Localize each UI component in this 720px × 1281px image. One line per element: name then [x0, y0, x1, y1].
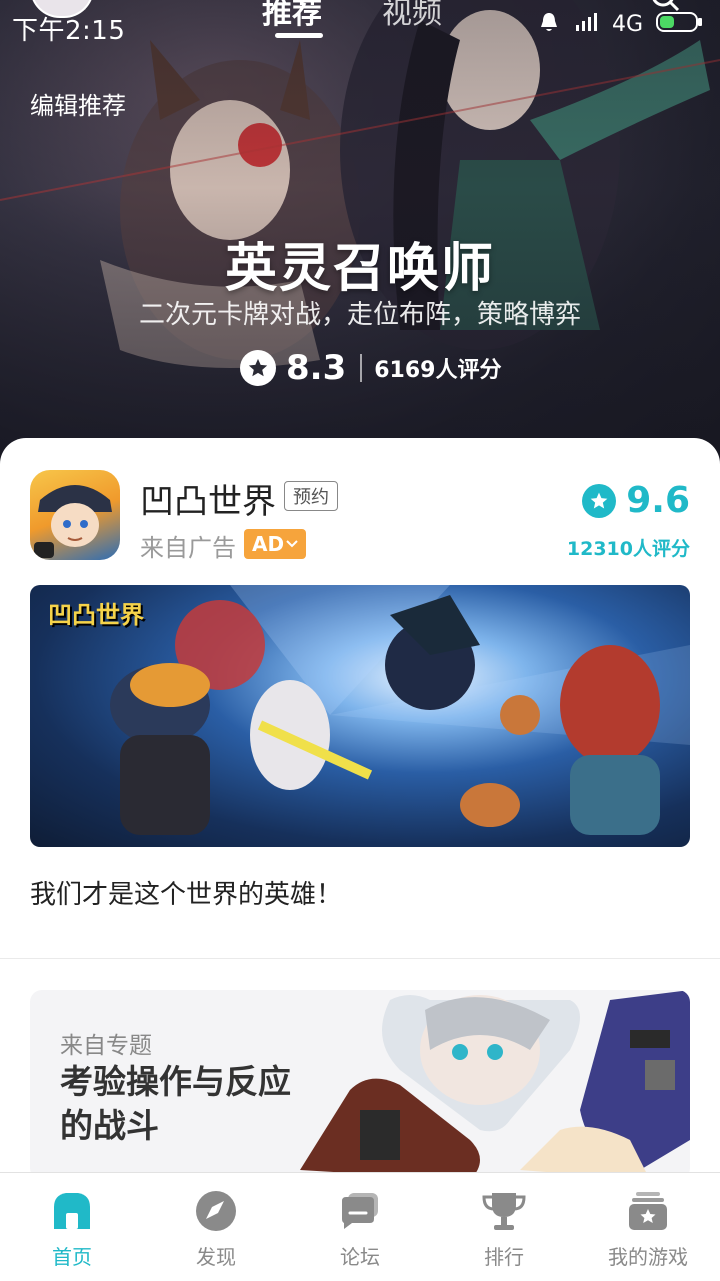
- nav-ranking[interactable]: 排行: [432, 1173, 576, 1281]
- status-time: 下午2:15: [12, 16, 126, 46]
- hero-rating-count: 6169人评分: [374, 358, 502, 383]
- topic-source: 来自专题: [60, 1033, 152, 1059]
- nav-discover-label: 发现: [196, 1245, 236, 1269]
- my-games-icon: [629, 1192, 667, 1230]
- app-source: 来自广告: [140, 534, 236, 562]
- app-icon[interactable]: [30, 470, 120, 560]
- nav-ranking-label: 排行: [484, 1245, 524, 1269]
- status-icons: [538, 10, 704, 34]
- battery-icon: [656, 12, 702, 32]
- signal-icon: [576, 13, 597, 31]
- nav-forum-label: 论坛: [340, 1245, 380, 1269]
- app-description: 我们才是这个世界的英雄！: [30, 880, 343, 910]
- app-rating: 9.6: [582, 480, 690, 521]
- tab-video[interactable]: 视频: [382, 0, 442, 32]
- nav-discover[interactable]: 发现: [144, 1173, 288, 1281]
- banner-logo: 凹凸世界: [48, 601, 144, 629]
- app-rating-count: 12310人评分: [566, 538, 690, 560]
- hero-score: 8.3: [286, 348, 347, 388]
- tab-recommend[interactable]: 推荐: [262, 0, 322, 32]
- nav-my-games-label: 我的游戏: [608, 1245, 688, 1269]
- hero-game-subtitle: 二次元卡牌对战，走位布阵，策略博弈: [138, 300, 581, 330]
- hero-rating: 8.3 6169人评分: [240, 348, 501, 388]
- nav-my-games[interactable]: 我的游戏: [576, 1173, 720, 1281]
- trophy-icon: [482, 1193, 526, 1230]
- bell-icon: [541, 13, 557, 31]
- top-tabs: 推荐 视频: [262, 0, 442, 32]
- app-banner-image[interactable]: 凹凸世界: [30, 585, 690, 847]
- compass-icon: [196, 1191, 236, 1231]
- tab-indicator: [275, 33, 323, 38]
- topic-card[interactable]: 来自专题 考验操作与反应的战斗: [30, 990, 690, 1180]
- app-score: 9.6: [626, 480, 690, 521]
- app-name[interactable]: 凹凸世界: [140, 474, 276, 523]
- topic-title: 考验操作与反应的战斗: [60, 1062, 291, 1145]
- star-icon: [240, 350, 276, 386]
- nav-home[interactable]: 首页: [0, 1173, 144, 1281]
- forum-icon: [342, 1193, 378, 1229]
- home-icon: [54, 1193, 90, 1229]
- nav-home-label: 首页: [52, 1245, 92, 1269]
- star-icon: [582, 483, 617, 518]
- hero-banner[interactable]: 下午2:15 4G 推荐 视频 编辑推荐 英灵召唤师 二次元卡牌对战，走位布阵，…: [0, 0, 720, 470]
- rating-divider: [360, 354, 363, 382]
- reserve-tag: 预约: [284, 481, 338, 511]
- nav-forum[interactable]: 论坛: [288, 1173, 432, 1281]
- game-character-icon: [34, 485, 112, 558]
- ad-label: AD: [252, 532, 285, 556]
- hero-game-title: 英灵召唤师: [224, 239, 495, 299]
- ad-badge[interactable]: AD: [244, 529, 307, 559]
- search-icon[interactable]: [650, 0, 680, 12]
- chevron-down-icon: [286, 540, 298, 548]
- edit-recommend-link[interactable]: 编辑推荐: [30, 86, 126, 121]
- bottom-nav: 首页 发现 论坛 排行 我的游戏: [0, 1172, 720, 1281]
- section-divider: [0, 958, 720, 959]
